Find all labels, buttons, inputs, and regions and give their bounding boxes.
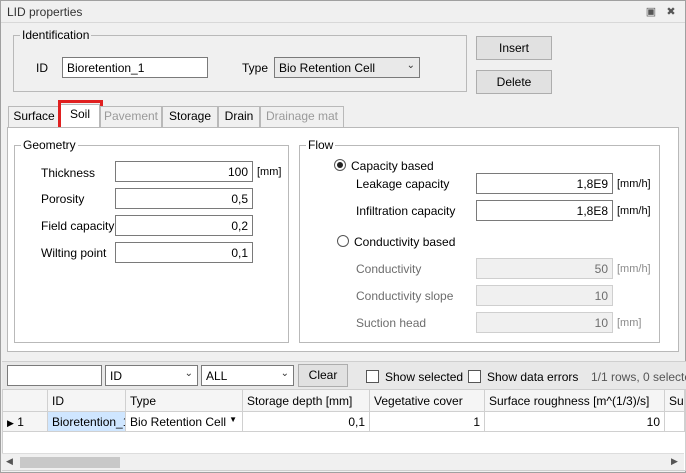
identification-legend: Identification [22,28,90,42]
wilting-point-field[interactable]: 0,1 [115,242,253,263]
thickness-label: Thickness [41,166,96,180]
conductivity-slope-label: Conductivity slope [356,289,454,303]
show-data-errors-checkbox-icon[interactable] [468,370,481,383]
column-select[interactable]: ID ⌄ [105,365,198,386]
row-number: 1 [17,415,24,429]
tab-drainage-mat: Drainage mat [260,106,344,127]
cell-surf[interactable] [665,412,685,432]
leakage-capacity-label: Leakage capacity [356,177,450,191]
field-capacity-field[interactable]: 0,2 [115,215,253,236]
delete-button[interactable]: Delete [476,70,552,94]
horizontal-scrollbar[interactable]: ◀ ▶ [2,453,684,470]
show-selected-label[interactable]: Show selected [385,370,463,384]
thickness-field[interactable]: 100 [115,161,253,182]
scope-select[interactable]: ALL ⌄ [201,365,294,386]
clear-button[interactable]: Clear [298,364,348,387]
column-header-surf[interactable]: Surf [665,390,685,412]
tab-drain[interactable]: Drain [218,106,260,127]
wilting-point-label: Wilting point [41,246,107,260]
flow-legend: Flow [308,138,334,152]
suction-head-unit: [mm] [617,317,642,329]
conductivity-field: 50 [476,258,613,279]
scroll-right-icon[interactable]: ▶ [671,456,678,467]
type-select-value: Bio Retention Cell [279,61,376,75]
conductivity-slope-field: 10 [476,285,613,306]
table-row-header[interactable]: ▶ 1 [3,412,48,432]
row-header-corner [3,390,48,412]
leakage-capacity-unit: [mm/h] [617,178,651,190]
conductivity-based-label[interactable]: Conductivity based [354,235,455,249]
filter-input[interactable] [7,365,102,386]
row-status: 1/1 rows, 0 selected [591,370,686,384]
soil-tab-highlight [58,100,103,130]
chevron-down-icon: ⌄ [406,60,415,71]
column-header-id[interactable]: ID [48,390,126,412]
column-header-vegetative-cover[interactable]: Vegetative cover [370,390,485,412]
conductivity-based-radio-icon[interactable] [337,235,349,247]
field-capacity-label: Field capacity [41,219,115,233]
conductivity-label: Conductivity [356,262,422,276]
infiltration-capacity-field[interactable]: 1,8E8 [476,200,613,221]
chevron-down-icon: ⌄ [184,368,193,379]
capacity-based-radio-icon[interactable] [334,159,346,171]
cell-storage-depth[interactable]: 0,1 [243,412,370,432]
cell-type[interactable]: Bio Retention Cell ▼ [126,412,243,432]
thickness-unit: [mm] [257,166,282,178]
infiltration-capacity-unit: [mm/h] [617,205,651,217]
show-data-errors-label[interactable]: Show data errors [487,370,578,384]
id-label: ID [36,61,48,75]
porosity-label: Porosity [41,192,85,206]
tab-storage[interactable]: Storage [162,106,218,127]
type-label: Type [242,61,269,75]
minimize-icon[interactable]: ▣ [643,4,659,20]
window-title: LID properties [7,5,83,19]
show-selected-checkbox-icon[interactable] [366,370,379,383]
grid-toolbar: ID ⌄ ALL ⌄ Clear Show selected Show data… [2,361,686,389]
suction-head-field: 10 [476,312,613,333]
scroll-thumb[interactable] [20,457,120,468]
row-pointer-icon: ▶ [7,418,14,428]
infiltration-capacity-label: Infiltration capacity [356,204,456,218]
close-icon[interactable]: ✖ [663,4,679,20]
tab-pavement: Pavement [100,106,162,127]
column-header-storage-depth[interactable]: Storage depth [mm] [243,390,370,412]
insert-button[interactable]: Insert [476,36,552,60]
leakage-capacity-field[interactable]: 1,8E9 [476,173,613,194]
type-select[interactable]: Bio Retention Cell ⌄ [274,57,420,78]
id-field[interactable]: Bioretention_1 [62,57,208,78]
column-header-type[interactable]: Type [126,390,243,412]
geometry-legend: Geometry [23,138,76,152]
column-select-value: ID [110,369,122,383]
porosity-field[interactable]: 0,5 [115,188,253,209]
title-bar: LID properties ▣ ✖ [1,1,685,23]
radio-dot-icon [337,162,343,168]
column-header-surface-roughness[interactable]: Surface roughness [m^(1/3)/s] [485,390,665,412]
conductivity-unit: [mm/h] [617,263,651,275]
scope-select-value: ALL [206,369,228,383]
scroll-left-icon[interactable]: ◀ [6,456,13,467]
capacity-based-label[interactable]: Capacity based [351,159,434,173]
suction-head-label: Suction head [356,316,427,330]
cell-id[interactable]: Bioretention_1 [48,412,126,432]
lid-properties-window: LID properties ▣ ✖ Identification ID Bio… [0,0,686,473]
chevron-down-icon[interactable]: ▼ [229,415,237,424]
tab-surface[interactable]: Surface [8,106,60,127]
chevron-down-icon: ⌄ [280,368,289,379]
cell-surface-roughness[interactable]: 10 [485,412,665,432]
cell-vegetative-cover[interactable]: 1 [370,412,485,432]
cell-type-value: Bio Retention Cell [130,415,227,429]
